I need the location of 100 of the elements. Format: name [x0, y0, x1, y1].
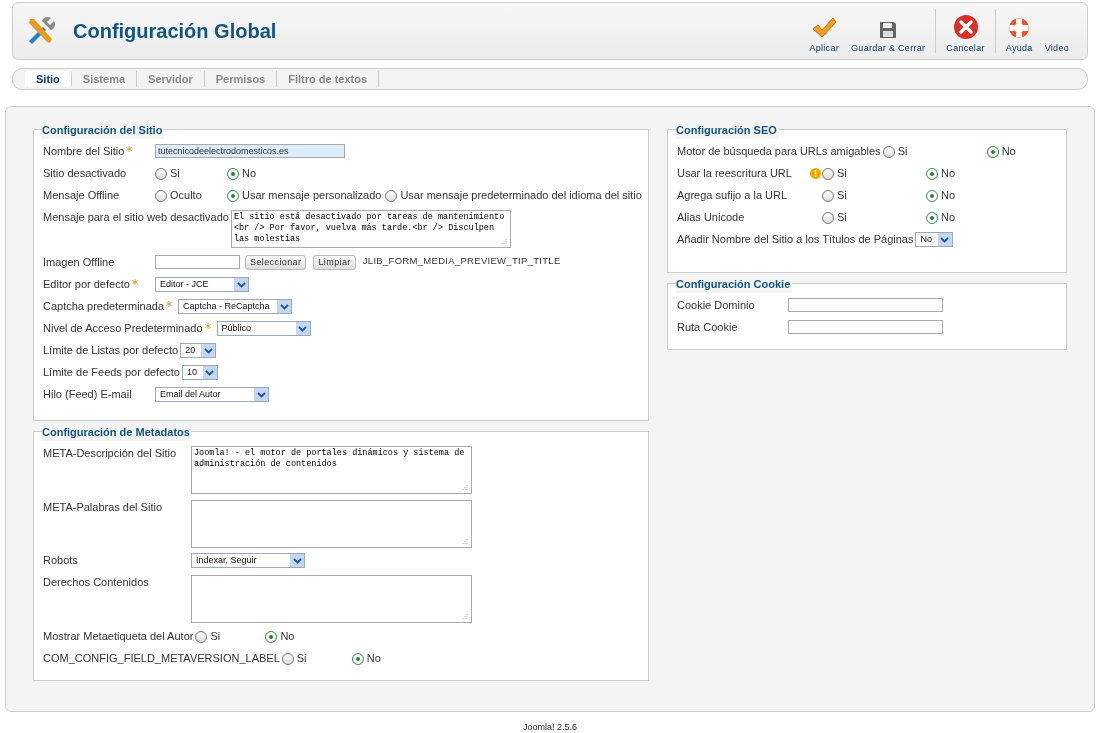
field-label: Derechos Contenidos	[43, 575, 150, 591]
radio-button[interactable]	[351, 652, 364, 665]
chevron-down-icon	[254, 388, 268, 401]
text-field[interactable]: tutecnicodeelectrodomesticos.es	[155, 144, 345, 158]
text-area[interactable]: El sitio está desactivado por tareas de mantenimiento <br /> Por favor, vuelva más tarde.<br /> Disculpen las molestias	[230, 210, 511, 248]
radio-button[interactable]	[155, 189, 167, 202]
toolbar-button[interactable]: Guardar & Cerrar	[845, 7, 932, 55]
field-label: Ruta Cookie	[677, 320, 739, 335]
select-dropdown[interactable]: Indexar, Seguir	[191, 553, 305, 569]
resize-grip-icon	[462, 537, 468, 544]
option-label: Si	[210, 629, 221, 645]
select-dropdown[interactable]: 20	[180, 343, 217, 358]
select-dropdown[interactable]: Editor - JCE	[155, 277, 249, 292]
radio-button[interactable]	[822, 189, 834, 202]
select-dropdown[interactable]: 10	[181, 365, 218, 380]
field-label: Imagen Offline	[43, 255, 116, 270]
option-label: Si	[170, 166, 180, 182]
field-label: Mostrar Metaetiqueta del Autor	[43, 629, 195, 644]
select-dropdown[interactable]: Público	[216, 321, 311, 336]
field-label: Motor de búsqueda para URLs amigables	[677, 144, 882, 159]
radio-button[interactable]	[986, 145, 999, 158]
option-label: No	[366, 651, 381, 667]
select-dropdown[interactable]: Captcha - ReCaptcha	[178, 299, 293, 314]
text-field[interactable]	[788, 298, 943, 312]
field-label: Usar la reescritura URL	[677, 166, 793, 181]
radio-button[interactable]	[822, 211, 834, 224]
close-icon	[952, 13, 979, 40]
radio-button[interactable]	[195, 630, 208, 643]
option-label: Oculto	[170, 188, 202, 204]
option-label: Usar mensaje predeterminado del idioma del sitio	[400, 188, 642, 204]
chevron-down-icon	[203, 366, 217, 379]
text-area[interactable]	[191, 575, 472, 624]
resize-grip-icon	[462, 613, 468, 620]
field-label: COM_CONFIG_FIELD_METAVERSION_LABEL	[43, 651, 281, 666]
field-label: Añadir Nombre del Sitio a los Títulos de Páginas	[677, 232, 915, 247]
toolbar-button[interactable]: Cancelar	[940, 7, 991, 55]
radio-button[interactable]	[882, 145, 895, 158]
lifebuoy-icon	[1007, 15, 1032, 40]
field-label: Captcha predeterminada	[43, 299, 166, 314]
option-label: Usar mensaje personalizado	[242, 188, 382, 204]
option-label: No	[941, 166, 956, 182]
text-area[interactable]	[191, 499, 472, 548]
field-label: Nivel de Acceso Predeterminado	[43, 321, 204, 336]
radio-button[interactable]	[265, 630, 278, 643]
radio-button[interactable]	[926, 167, 938, 180]
media-button[interactable]: Limpiar	[313, 255, 356, 270]
option-label: No	[242, 166, 257, 182]
field-label: Robots	[43, 553, 79, 569]
text-area[interactable]: Joomla! - el motor de portales dinámicos y sistema de administración de contenidos	[191, 446, 472, 494]
toolbar-button[interactable]: Video	[1038, 7, 1075, 55]
media-button[interactable]: Seleccionar	[245, 255, 307, 270]
field-label: Mensaje para el sitio web desactivado	[43, 210, 230, 225]
field-label: Límite de Listas por defecto	[43, 343, 180, 358]
option-label: Si	[897, 144, 908, 160]
chevron-down-icon	[201, 344, 216, 357]
toolbar-button[interactable]: Aplicar	[803, 7, 846, 55]
option-label: Si	[837, 166, 847, 182]
option-label: Si	[837, 188, 847, 204]
chevron-down-icon	[277, 300, 292, 313]
tab[interactable]: Sitio	[25, 71, 72, 87]
radio-button[interactable]	[385, 189, 398, 202]
footer-text: Joomla! 2.5.6	[523, 721, 577, 733]
field-label: Hilo (Feed) E-mail	[43, 387, 133, 402]
option-label: Si	[296, 651, 307, 667]
chevron-down-icon	[290, 554, 304, 568]
preview-label: JLIB_FORM_MEDIA_PREVIEW_TIP_TITLE	[362, 255, 561, 267]
resize-grip-icon	[500, 238, 507, 244]
text-field[interactable]	[155, 255, 240, 269]
radio-button[interactable]	[227, 167, 239, 180]
radio-button[interactable]	[155, 167, 167, 180]
field-label: Nombre del Sitio	[43, 144, 126, 159]
option-label: Si	[837, 210, 847, 226]
chevron-down-icon	[295, 322, 310, 335]
resize-grip-icon	[462, 484, 468, 490]
field-label: META-Palabras del Sitio	[43, 499, 163, 515]
radio-button[interactable]	[227, 189, 239, 202]
check-icon	[811, 15, 838, 40]
field-label: Editor por defecto	[43, 277, 131, 292]
option-label: No	[941, 210, 956, 226]
radio-button[interactable]	[822, 167, 834, 180]
field-label: Agrega sufijo a la URL	[677, 188, 789, 203]
field-label: Alias Unicode	[677, 210, 746, 225]
toolbar-button[interactable]: Ayuda	[999, 7, 1039, 55]
radio-button[interactable]	[926, 189, 938, 202]
field-label: META-Descripción del Sitio	[43, 446, 178, 461]
select-dropdown[interactable]: Email del Autor	[155, 387, 269, 402]
text-field[interactable]	[788, 320, 943, 334]
chevron-down-icon	[937, 233, 952, 246]
page-title: Configuración Global	[73, 19, 277, 44]
field-label: Cookie Dominio	[677, 298, 756, 313]
field-label: Mensaje Offline	[43, 188, 121, 203]
chevron-down-icon	[234, 278, 248, 291]
radio-button[interactable]	[281, 652, 294, 665]
option-label: No	[1001, 144, 1016, 160]
option-label: No	[280, 629, 295, 645]
select-dropdown[interactable]: No	[915, 232, 953, 247]
radio-button[interactable]	[926, 211, 938, 224]
field-label: Límite de Feeds por defecto	[43, 365, 181, 380]
field-label: Sitio desactivado	[43, 166, 128, 181]
option-label: No	[941, 188, 956, 204]
